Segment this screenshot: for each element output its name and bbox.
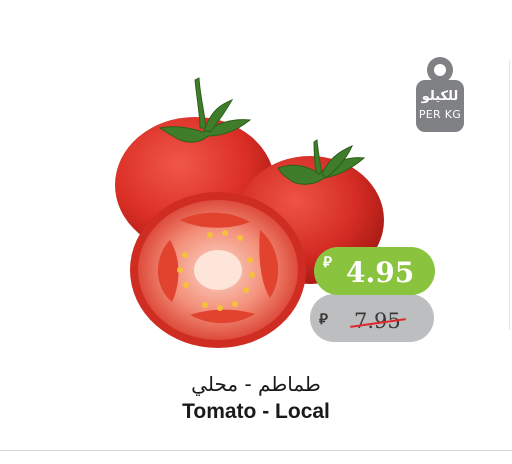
divider-vertical	[509, 60, 510, 330]
per-kg-label-en: PER KG	[418, 108, 462, 121]
currency-symbol: ⃁	[323, 253, 332, 271]
product-name-ar: طماطم - محلي	[191, 372, 321, 396]
offer-price-pill: ⃁ 4.95	[314, 247, 435, 295]
per-kg-badge: للكيلو PER KG	[412, 54, 468, 134]
divider	[0, 450, 512, 451]
currency-symbol: ⃁	[319, 310, 328, 328]
product-name-en: Tomato - Local	[182, 400, 330, 423]
per-kg-label-ar: للكيلو	[421, 89, 459, 104]
offer-price: 4.95	[346, 256, 415, 289]
regular-price-pill: ⃁ 7.95	[310, 294, 434, 342]
product-card[interactable]: للكيلو PER KG ⃁ 7.95 ⃁ 4.95 طماطم - محلي…	[0, 0, 512, 464]
